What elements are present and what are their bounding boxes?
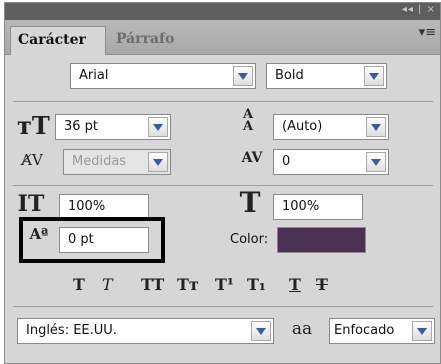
- separator: [13, 185, 433, 186]
- highlight-box: [19, 217, 165, 263]
- strikethrough-button[interactable]: T: [316, 275, 328, 294]
- vertical-scale-icon: IT: [17, 191, 45, 217]
- subscript-button[interactable]: T₁: [247, 275, 266, 294]
- underline-button[interactable]: T: [289, 275, 301, 294]
- chevron-down-icon[interactable]: [412, 321, 432, 341]
- panel-title-bar: ◂◂ | ×: [5, 3, 440, 20]
- chevron-down-icon[interactable]: [233, 66, 253, 86]
- color-swatch[interactable]: [277, 227, 366, 253]
- tracking-select[interactable]: 0: [273, 149, 389, 175]
- leading-select[interactable]: (Auto): [273, 114, 389, 140]
- chevron-down-icon[interactable]: [366, 152, 386, 172]
- all-caps-button[interactable]: TT: [141, 275, 164, 294]
- faux-italic-button[interactable]: T: [102, 275, 113, 294]
- faux-bold-button[interactable]: T: [73, 275, 85, 294]
- chevron-down-icon[interactable]: [364, 66, 384, 86]
- superscript-button[interactable]: T¹: [215, 275, 234, 294]
- font-family-select[interactable]: Arial: [70, 63, 256, 89]
- font-size-icon: ᴛT: [17, 111, 50, 140]
- horizontal-scale-icon: T: [239, 186, 261, 219]
- chevron-down-icon[interactable]: [148, 117, 168, 137]
- separator: [13, 101, 433, 102]
- character-panel: ◂◂ | × Carácter Párrafo ▾≡ Arial Bold ᴛT…: [4, 2, 441, 364]
- language-select[interactable]: Inglés: EE.UU.: [17, 318, 274, 344]
- tab-parrafo[interactable]: Párrafo: [109, 26, 181, 55]
- small-caps-button[interactable]: Tт: [177, 275, 199, 294]
- horizontal-scale-input[interactable]: 100%: [273, 194, 363, 220]
- chevron-down-icon[interactable]: [366, 117, 386, 137]
- leading-icon: AA: [242, 107, 254, 134]
- separator: [13, 306, 433, 307]
- tracking-icon: AV: [241, 150, 263, 166]
- tab-caracter[interactable]: Carácter: [10, 26, 106, 55]
- font-style-select[interactable]: Bold: [266, 63, 387, 89]
- font-size-select[interactable]: 36 pt: [55, 114, 171, 140]
- chevron-down-icon[interactable]: [148, 152, 168, 172]
- panel-menu-icon[interactable]: ▾≡: [419, 25, 436, 40]
- kerning-select[interactable]: Medidas: [63, 149, 171, 175]
- panel-window-controls[interactable]: ◂◂ | ×: [402, 4, 436, 15]
- chevron-down-icon[interactable]: [251, 321, 271, 341]
- tab-row: Carácter Párrafo ▾≡: [5, 20, 440, 55]
- kerning-icon: A̸V: [21, 151, 43, 169]
- color-label: Color:: [230, 232, 269, 247]
- antialias-select[interactable]: Enfocado: [329, 318, 435, 344]
- antialias-icon: aa: [291, 319, 313, 339]
